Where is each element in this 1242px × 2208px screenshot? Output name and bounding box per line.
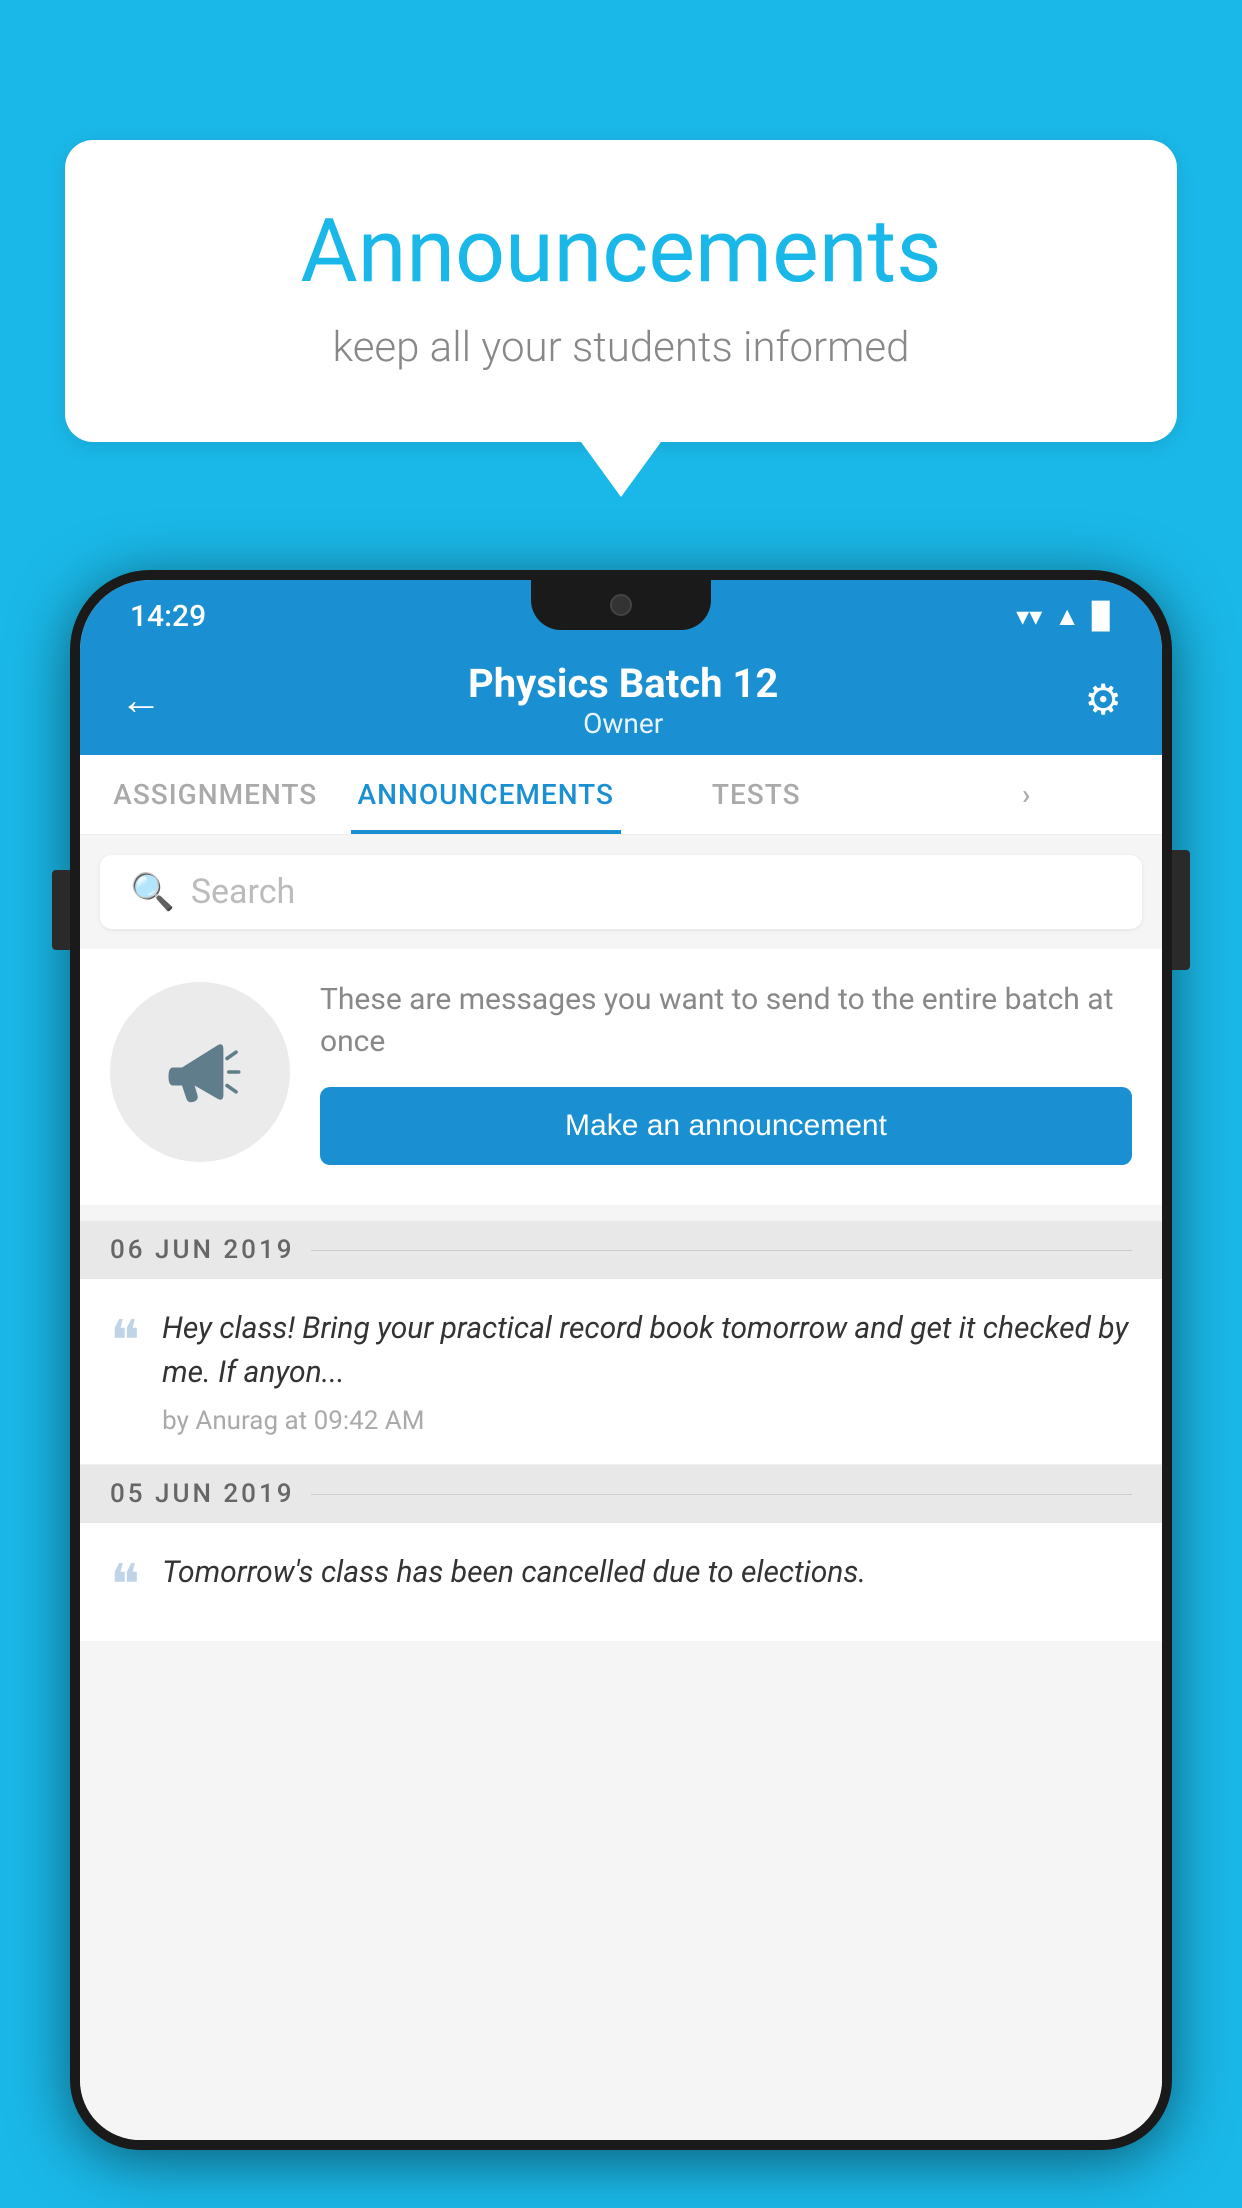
date-label-2: 05 JUN 2019 (110, 1479, 295, 1509)
phone-screen: 14:29 ▾▾ ▲ ▉ ← Physics Batch 12 Owner ⚙ … (80, 580, 1162, 2140)
header-title: Physics Batch 12 (162, 660, 1084, 707)
promo-card: These are messages you want to send to t… (80, 949, 1162, 1205)
make-announcement-button[interactable]: Make an announcement (320, 1087, 1132, 1165)
quote-icon-1: ❝ (110, 1313, 140, 1436)
signal-icon: ▲ (1054, 601, 1080, 632)
tabs-bar: ASSIGNMENTS ANNOUNCEMENTS TESTS › (80, 755, 1162, 835)
tab-announcements[interactable]: ANNOUNCEMENTS (351, 755, 622, 834)
message-item-2[interactable]: ❝ Tomorrow's class has been cancelled du… (80, 1523, 1162, 1641)
promo-right: These are messages you want to send to t… (320, 979, 1132, 1165)
settings-icon[interactable]: ⚙ (1084, 675, 1122, 725)
speech-bubble-card: Announcements keep all your students inf… (65, 140, 1177, 442)
tab-more[interactable]: › (892, 755, 1163, 834)
search-bar[interactable]: 🔍 Search (100, 855, 1142, 929)
date-line-2 (311, 1494, 1133, 1495)
promo-description: These are messages you want to send to t… (320, 979, 1132, 1063)
wifi-icon: ▾▾ (1016, 602, 1042, 632)
bubble-tail (581, 442, 661, 497)
header-subtitle: Owner (162, 707, 1084, 740)
promo-icon (110, 982, 290, 1162)
date-label-1: 06 JUN 2019 (110, 1235, 295, 1265)
announcements-heading: Announcements (145, 200, 1097, 303)
phone-outer: 14:29 ▾▾ ▲ ▉ ← Physics Batch 12 Owner ⚙ … (70, 570, 1172, 2150)
search-placeholder: Search (191, 872, 295, 912)
date-line-1 (311, 1250, 1133, 1251)
tab-tests[interactable]: TESTS (621, 755, 892, 834)
announcements-subtitle: keep all your students informed (145, 323, 1097, 372)
quote-icon-2: ❝ (110, 1557, 140, 1613)
speech-bubble-section: Announcements keep all your students inf… (65, 140, 1177, 497)
message-text-1: Hey class! Bring your practical record b… (162, 1307, 1132, 1394)
status-time: 14:29 (130, 599, 206, 634)
date-separator-1: 06 JUN 2019 (80, 1221, 1162, 1279)
back-button[interactable]: ← (120, 676, 162, 725)
camera-dot (610, 594, 632, 616)
header-title-area: Physics Batch 12 Owner (162, 660, 1084, 740)
app-header: ← Physics Batch 12 Owner ⚙ (80, 645, 1162, 755)
search-icon: 🔍 (130, 871, 175, 913)
phone-notch (531, 580, 711, 630)
content-area: 🔍 Search These ar (80, 835, 1162, 2140)
status-icons: ▾▾ ▲ ▉ (1016, 601, 1112, 632)
date-separator-2: 05 JUN 2019 (80, 1465, 1162, 1523)
message-content-1: Hey class! Bring your practical record b… (162, 1307, 1132, 1436)
message-content-2: Tomorrow's class has been cancelled due … (162, 1551, 1132, 1613)
message-text-2: Tomorrow's class has been cancelled due … (162, 1551, 1132, 1595)
phone-wrapper: 14:29 ▾▾ ▲ ▉ ← Physics Batch 12 Owner ⚙ … (70, 570, 1172, 2208)
battery-icon: ▉ (1092, 602, 1112, 632)
tab-assignments[interactable]: ASSIGNMENTS (80, 755, 351, 834)
message-meta-1: by Anurag at 09:42 AM (162, 1406, 1132, 1436)
message-item-1[interactable]: ❝ Hey class! Bring your practical record… (80, 1279, 1162, 1465)
